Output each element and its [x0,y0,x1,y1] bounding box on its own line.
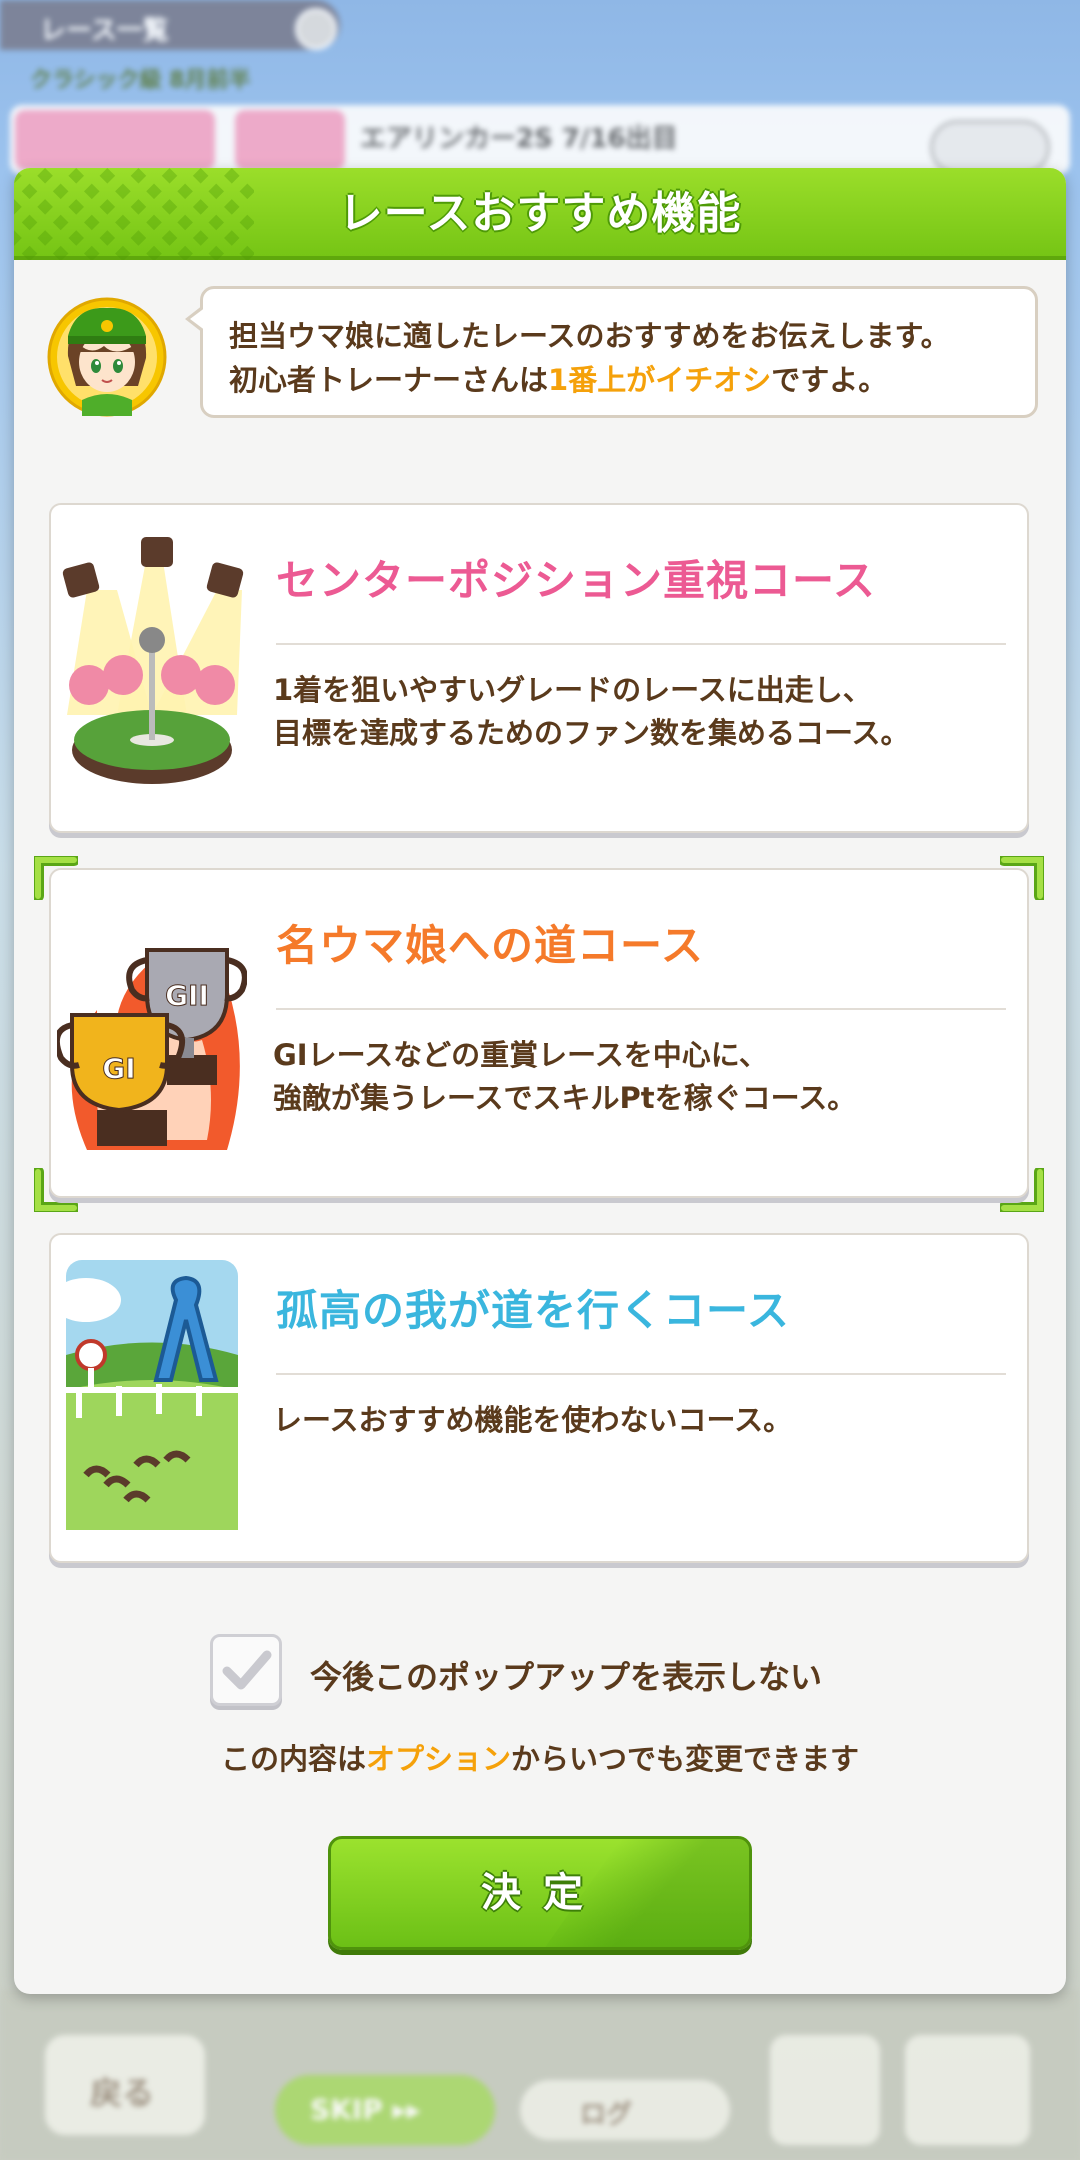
course-title: センターポジション重視コース [276,556,876,605]
spotlight-stage-icon [62,537,244,784]
confirm-button[interactable]: 決定 [328,1836,752,1950]
bg-subtitle: クラシック級 8月前半 [30,68,251,93]
bg-menu-icon [770,2035,880,2145]
options-note: この内容はオプションからいつでも変更できます [14,1736,1066,1778]
course-card-famous-uma[interactable]: GII GI 名ウマ娘への道コース GⅠレースなどの重賞レースを中心に、 強敵が… [49,868,1029,1198]
dialog-header: レースおすすめ機能 [14,168,1066,260]
dont-show-again-label[interactable]: 今後このポップアップを表示しない [310,1652,822,1698]
bubble-line-1: 担当ウマ娘に適したレースのおすすめをお伝えします。 [229,319,950,353]
course-card-own-path[interactable]: 孤高の我が道を行くコース レースおすすめ機能を使わないコース。 [49,1233,1029,1563]
bg-back-button: 戻る [45,2035,205,2135]
course-card-center-position[interactable]: センターポジション重視コース 1着を狙いやすいグレードのレースに出走し、 目標を… [49,503,1029,833]
bg-skip-button: SKIP ▸▸ [275,2075,495,2145]
options-link: オプション [365,1742,511,1776]
bg-top-bar-label: レース一覧 [40,16,169,46]
confirm-label: 決定 [481,1870,605,1916]
bg-skip-label: SKIP ▸▸ [310,2093,421,2126]
course-desc-line-1: レースおすすめ機能を使わないコース。 [273,1403,793,1437]
course-title: 名ウマ娘への道コース [276,921,704,970]
dont-show-again-checkbox[interactable] [210,1634,282,1706]
bg-button [930,120,1050,175]
divider [276,1373,1006,1375]
course-desc-line-2: 強敵が集うレースでスキルPtを稼ぐコース。 [273,1081,857,1115]
svg-text:GI: GI [102,1052,135,1085]
note-text: からいつでも変更できます [511,1742,860,1776]
bubble-text: 初心者トレーナーさんは [229,363,549,397]
divider [276,643,1006,645]
race-recommendation-dialog: レースおすすめ機能 担当ウマ娘に適したレースのおすすめをお伝えします。 初心者ト… [14,168,1066,1994]
divider [276,1008,1006,1010]
trophy-gi-gii-icon: GII GI [57,948,247,1150]
bg-race-info: エアリンカー2S 7/16出目 [360,124,678,154]
trainer-assistant-avatar [47,297,167,417]
course-desc-line-1: 1着を狙いやすいグレードのレースに出走し、 [273,673,872,707]
course-title: 孤高の我が道を行くコース [276,1286,790,1335]
dialog-title: レースおすすめ機能 [338,188,742,239]
bg-top-bar: レース一覧 [0,0,340,50]
course-desc-line-1: GⅠレースなどの重賞レースを中心に、 [273,1038,768,1072]
bubble-highlight: 1番上がイチオシ [548,363,772,397]
bg-log-button: ログ [520,2080,730,2140]
speech-bubble: 担当ウマ娘に適したレースのおすすめをお伝えします。 初心者トレーナーさんは1番上… [185,286,1038,418]
racetrack-hoofprints-icon [66,1260,238,1530]
bg-hamburger-icon [905,2035,1030,2145]
course-desc-line-2: 目標を達成するためのファン数を集めるコース。 [273,716,910,750]
bubble-line-2: 初心者トレーナーさんは1番上がイチオシですよ。 [229,357,887,399]
bg-back-label: 戻る [90,2074,155,2112]
bg-tag [235,110,345,170]
checkmark-icon [222,1650,272,1690]
note-text: この内容は [220,1742,366,1776]
bubble-text: ですよ。 [771,363,888,397]
bg-info-icon [295,8,337,50]
bg-log-label: ログ [580,2100,633,2130]
bg-tag [15,110,215,170]
svg-text:GII: GII [165,979,209,1012]
